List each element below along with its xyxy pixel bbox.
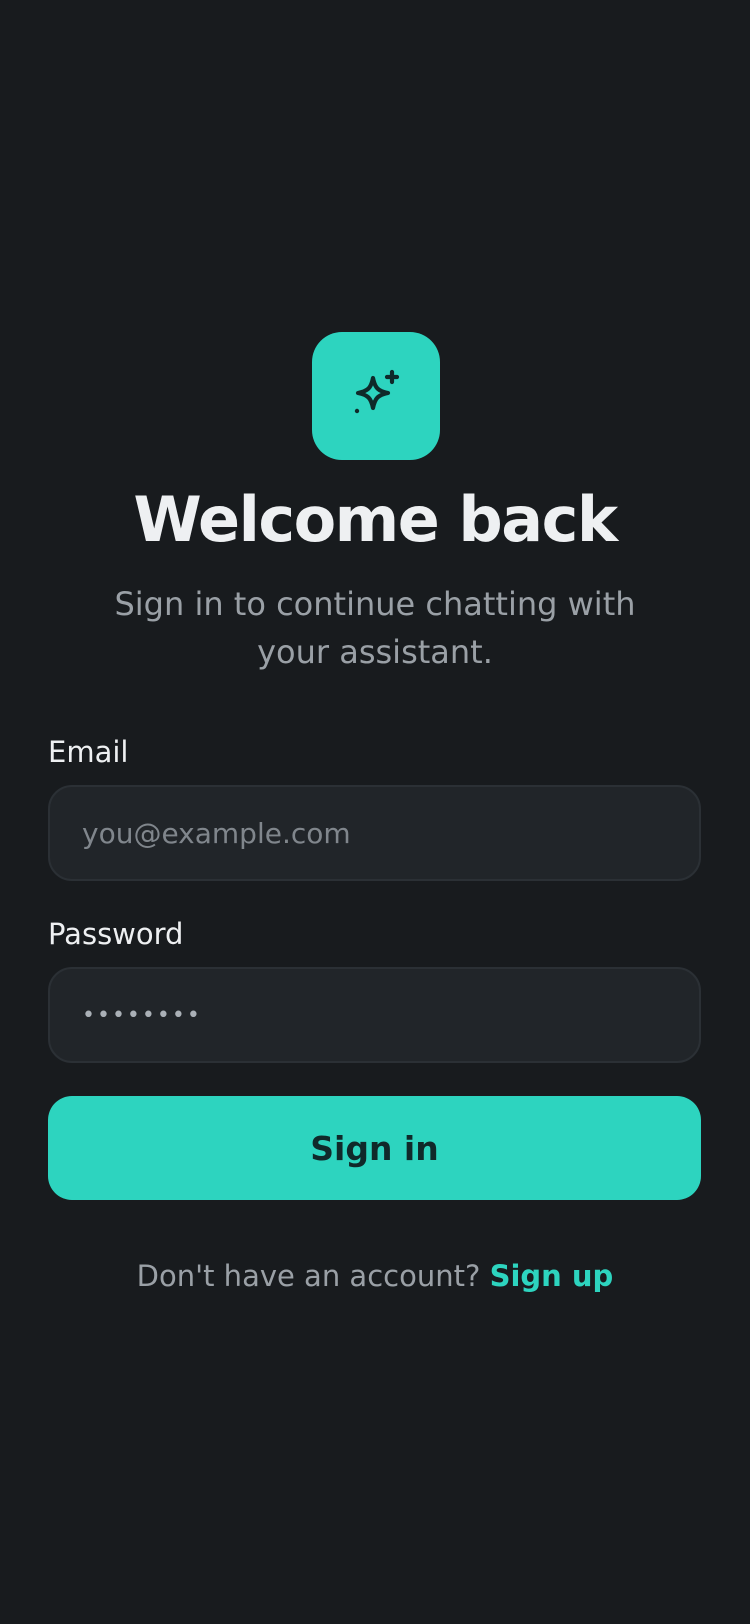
sign-up-prompt: Don't have an account? Sign up [0, 1254, 750, 1298]
page-title: Welcome back [133, 483, 618, 556]
email-field[interactable] [48, 785, 701, 881]
app-logo [312, 332, 440, 460]
sparkles-icon [354, 369, 400, 414]
sign-in-screen: Welcome back Sign in to continue chattin… [0, 0, 750, 1624]
page-subtitle: Sign in to continue chatting with your a… [114, 585, 636, 671]
email-label: Email [48, 735, 129, 769]
sign-up-prompt-text: Don't have an account? [136, 1259, 481, 1293]
password-label: Password [48, 917, 184, 951]
sign-in-button[interactable]: Sign in [48, 1096, 701, 1200]
password-field[interactable] [48, 967, 701, 1063]
sign-up-link[interactable]: Sign up [490, 1259, 614, 1293]
